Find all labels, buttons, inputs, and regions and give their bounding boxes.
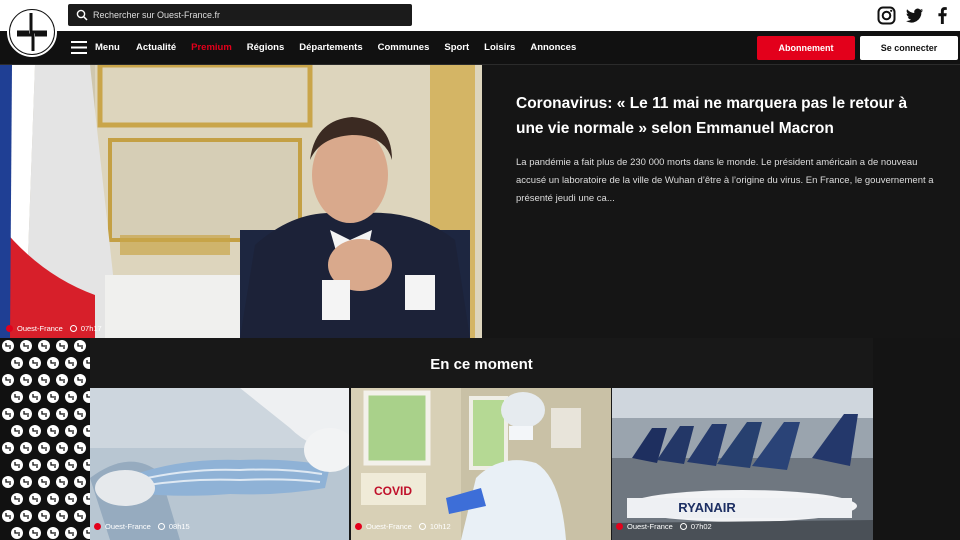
search-placeholder: Rechercher sur Ouest-France.fr <box>93 10 221 20</box>
source-dot-icon <box>616 523 623 530</box>
nav-item-regions[interactable]: Régions <box>247 42 284 53</box>
covid-sign-text: COVID <box>374 484 412 498</box>
ryanair-livery-text: RYANAIR <box>678 500 736 515</box>
hero-image[interactable]: Ouest-France 07h17 <box>0 65 482 338</box>
menu-label[interactable]: Menu <box>95 42 120 53</box>
logo-mark-icon <box>10 10 54 54</box>
card-3-meta: Ouest-France 07h02 <box>616 522 712 531</box>
nav-item-departements[interactable]: Départements <box>299 42 362 53</box>
nav-item-communes[interactable]: Communes <box>378 42 430 53</box>
source-dot-icon <box>355 523 362 530</box>
hero-photo-illustration <box>0 65 482 338</box>
card-1-photo <box>90 388 349 540</box>
facebook-icon[interactable] <box>933 6 952 25</box>
nav-item-loisirs[interactable]: Loisirs <box>484 42 515 53</box>
section-title: En ce moment <box>430 356 533 373</box>
card-2-photo: COVID <box>351 388 611 540</box>
top-bar: Rechercher sur Ouest-France.fr <box>0 0 960 31</box>
card-1-meta: Ouest-France 08h15 <box>94 522 190 531</box>
pattern-dots-icon <box>2 340 90 539</box>
hero-source: Ouest-France <box>17 324 63 333</box>
clock-icon <box>69 325 77 332</box>
card-1-time: 08h15 <box>168 522 190 531</box>
hero-summary: La pandémie a fait plus de 230 000 morts… <box>516 157 934 204</box>
clock-icon <box>418 523 426 530</box>
article-card-2[interactable]: COVID Ouest-France 10h12 <box>351 388 611 540</box>
clock-icon <box>679 523 687 530</box>
ouest-france-logo[interactable] <box>7 7 57 57</box>
nav-items: Actualité Premium Régions Départements C… <box>136 42 576 53</box>
twitter-icon[interactable] <box>905 6 924 25</box>
source-dot-icon <box>94 523 101 530</box>
card-3-source: Ouest-France <box>627 522 673 531</box>
card-2-time: 10h12 <box>429 522 451 531</box>
article-card-1[interactable]: Ouest-France 08h15 <box>90 388 349 540</box>
decorative-pattern <box>0 338 90 540</box>
card-2-source: Ouest-France <box>366 522 412 531</box>
main-nav: Menu Actualité Premium Régions Départeme… <box>0 31 960 65</box>
card-3-photo: RYANAIR <box>612 388 873 540</box>
hero-meta: Ouest-France 07h17 <box>6 324 102 333</box>
hero-time: 07h17 <box>80 324 102 333</box>
nav-item-premium[interactable]: Premium <box>191 42 232 53</box>
search-bar[interactable]: Rechercher sur Ouest-France.fr <box>68 4 412 26</box>
social-links <box>877 6 952 25</box>
instagram-icon[interactable] <box>877 6 896 25</box>
hero-text-panel: Coronavirus: « Le 11 mai ne marquera pas… <box>482 65 960 338</box>
card-3-time: 07h02 <box>690 522 712 531</box>
hamburger-icon[interactable] <box>71 41 87 54</box>
hero-headline[interactable]: Coronavirus: « Le 11 mai ne marquera pas… <box>516 91 936 141</box>
card-2-meta: Ouest-France 10h12 <box>355 522 451 531</box>
nav-item-annonces[interactable]: Annonces <box>530 42 576 53</box>
card-1-source: Ouest-France <box>105 522 151 531</box>
right-strip <box>873 338 960 540</box>
article-card-3[interactable]: RYANAIR Ouest-France 07h02 <box>612 388 873 540</box>
nav-item-sport[interactable]: Sport <box>444 42 469 53</box>
clock-icon <box>157 523 165 530</box>
subscribe-button[interactable]: Abonnement <box>757 36 855 60</box>
nav-item-actualite[interactable]: Actualité <box>136 42 176 53</box>
source-dot-icon <box>6 325 13 332</box>
login-button[interactable]: Se connecter <box>860 36 958 60</box>
search-icon <box>76 9 88 21</box>
